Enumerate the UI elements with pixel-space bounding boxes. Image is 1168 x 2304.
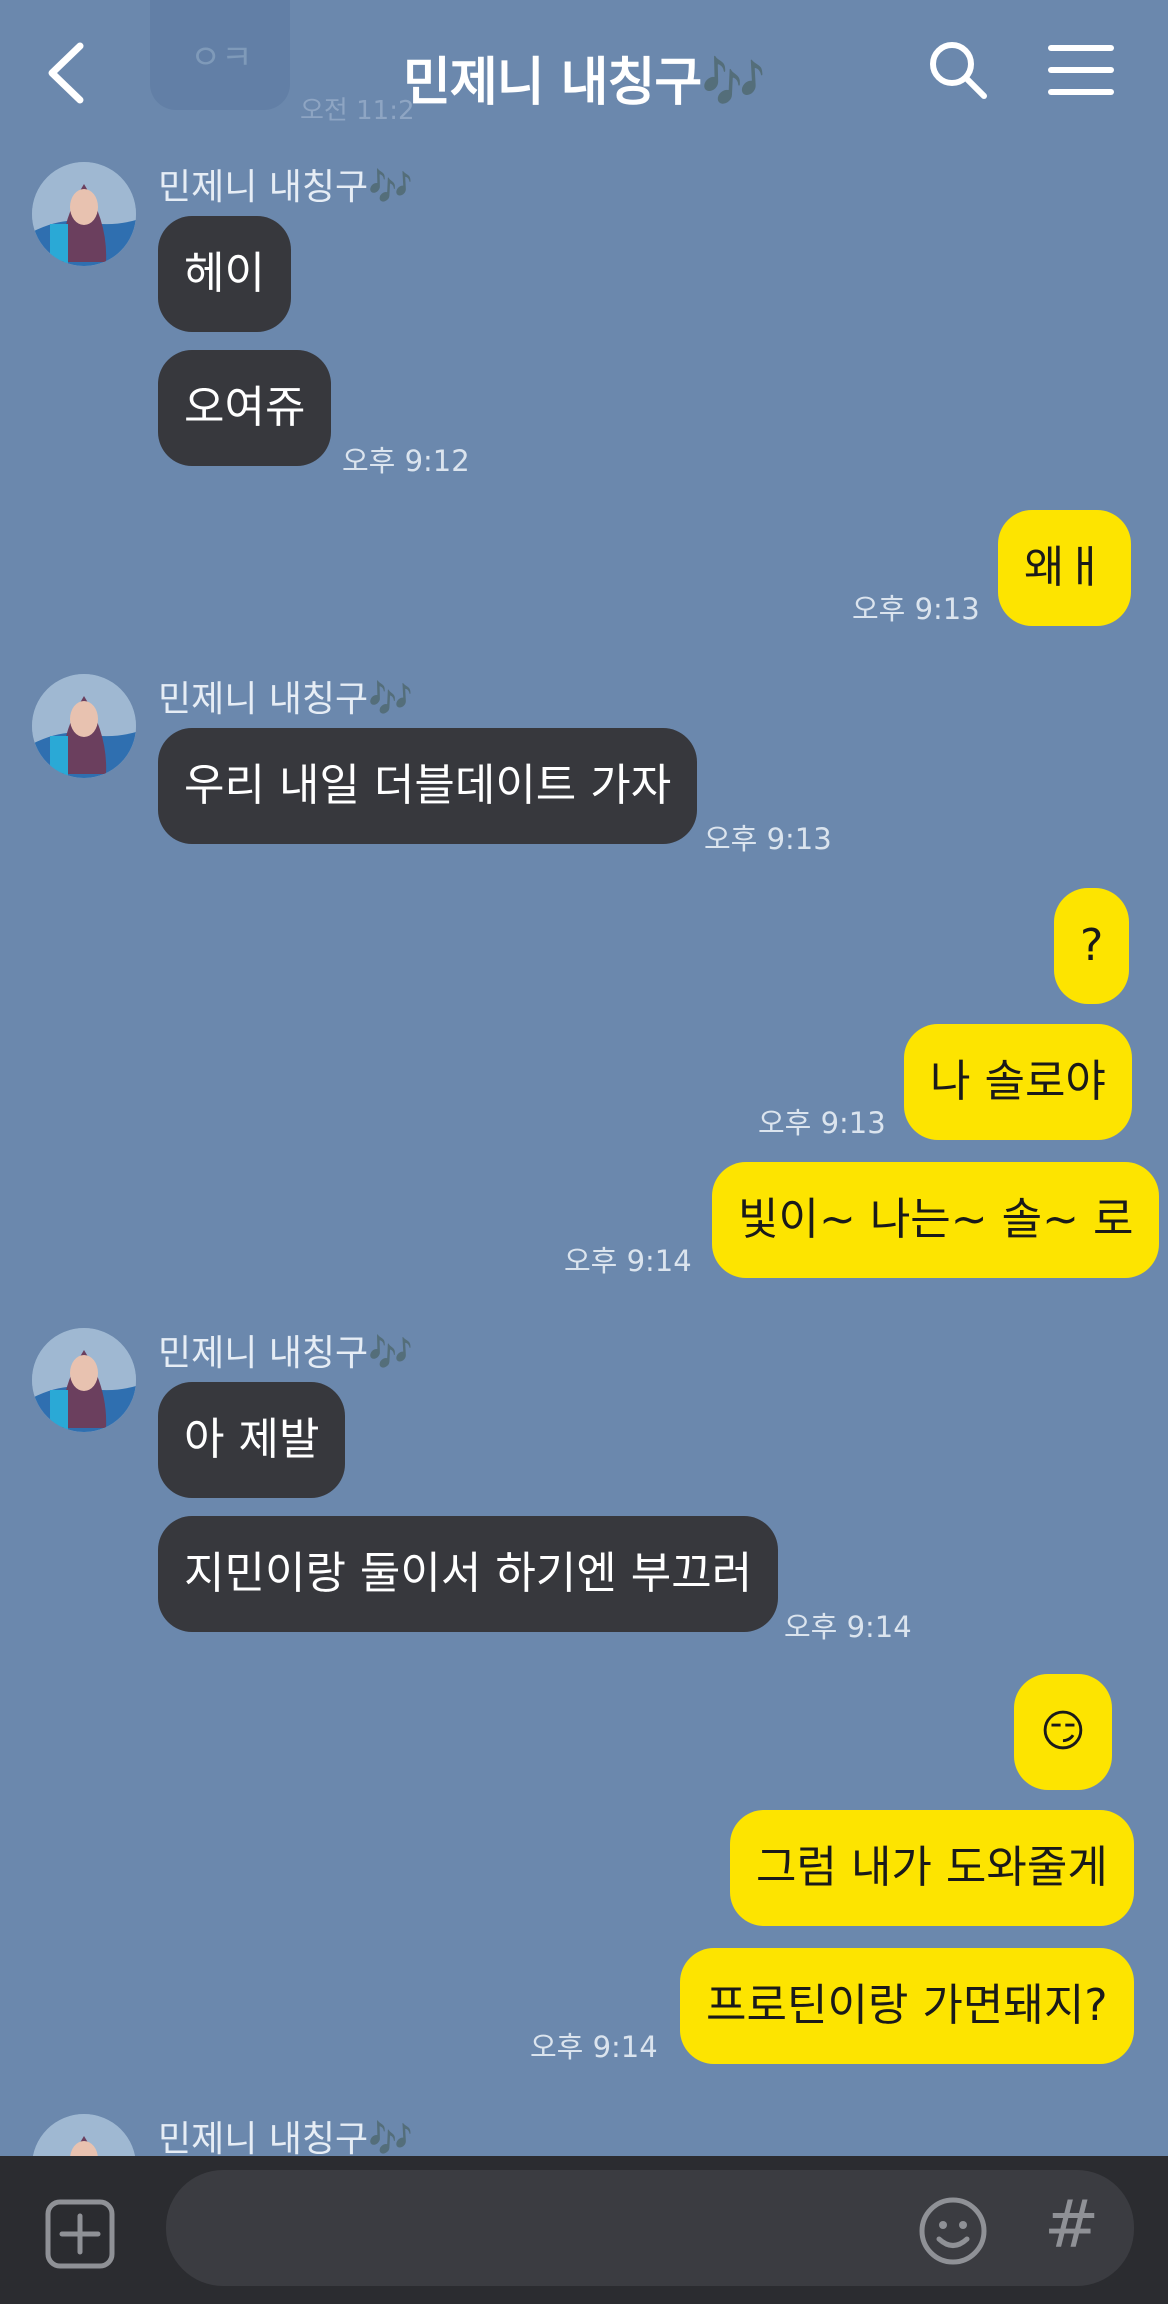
message-bubble[interactable]: 프로틴이랑 가면돼지? [680,1948,1134,2064]
message-time: 오후 9:14 [530,2030,658,2064]
message-bubble[interactable]: 우리 내일 더블데이트 가자 [158,728,698,844]
message-bubble[interactable]: 아 제발 [158,1382,346,1498]
chat-title: 민제니 내칭구🎶 [403,53,766,113]
message-time: 오후 9:14 [564,1244,692,1278]
message-composer: # [0,2156,1168,2304]
sender-name: 민제니 내칭구🎶 [158,2119,413,2160]
message-bubble[interactable]: 빛이~ 나는~ 솔~ 로 [712,1162,1160,1278]
avatar[interactable] [32,1328,136,1432]
search-icon[interactable] [928,40,988,100]
avatar[interactable] [32,674,136,778]
message-bubble[interactable]: ? [1054,888,1130,1004]
message-bubble[interactable]: 그럼 내가 도와줄게 [730,1810,1134,1926]
message-bubble[interactable]: 😏 [1014,1674,1112,1790]
message-time: 오후 9:13 [704,822,832,856]
sender-name: 민제니 내칭구🎶 [158,1333,413,1374]
add-attachment-icon[interactable] [44,2198,116,2270]
message-bubble[interactable]: 왜ㅐ [998,510,1131,626]
message-time: 오후 9:13 [758,1106,886,1140]
sender-name: 민제니 내칭구🎶 [158,167,413,208]
emoji-icon[interactable] [918,2196,988,2266]
message-input[interactable] [166,2170,1134,2286]
message-time: 오후 9:12 [342,444,470,478]
message-bubble[interactable]: 나 솔로야 [904,1024,1132,1140]
message-time: 오후 9:13 [852,592,980,626]
message-bubble[interactable]: 오여쥬 [158,350,332,466]
message-time: 오후 9:14 [784,1610,912,1644]
message-bubble[interactable]: 헤이 [158,216,291,332]
menu-icon[interactable] [1048,42,1114,98]
message-bubble[interactable]: 지민이랑 둘이서 하기엔 부끄러 [158,1516,779,1632]
hashtag-search-button[interactable]: # [1044,2186,1099,2263]
chat-header: 민제니 내칭구🎶 [0,0,1168,140]
sender-name: 민제니 내칭구🎶 [158,679,413,720]
avatar[interactable] [32,162,136,266]
